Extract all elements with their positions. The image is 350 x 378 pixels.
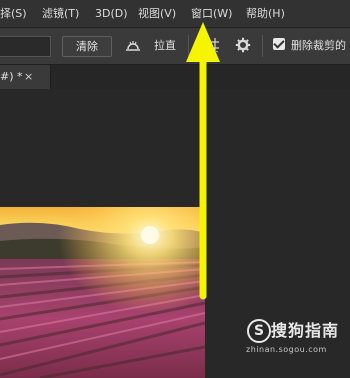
document-tab[interactable]: #) * ×	[0, 65, 51, 89]
separator	[188, 35, 189, 57]
ratio-input[interactable]	[0, 36, 51, 57]
menu-3d[interactable]: 3D(D)	[95, 0, 128, 27]
document-tab-label: #) *	[0, 70, 23, 83]
straighten-label[interactable]: 拉直	[154, 36, 176, 55]
separator	[262, 35, 263, 57]
menu-window[interactable]: 窗口(W)	[191, 0, 232, 27]
delete-cropped-checkbox[interactable]	[273, 38, 285, 50]
menu-view[interactable]: 视图(V)	[138, 0, 176, 27]
grid-overlay-icon[interactable]	[204, 37, 220, 53]
menu-bar: 择(S) 滤镜(T) 3D(D) 视图(V) 窗口(W) 帮助(H)	[0, 0, 350, 28]
watermark-url: zhinan.sogou.com	[246, 345, 327, 354]
gear-icon[interactable]	[235, 37, 251, 53]
tab-bar: #) * ×	[0, 65, 350, 89]
straighten-icon[interactable]	[124, 38, 142, 52]
menu-filter[interactable]: 滤镜(T)	[42, 0, 79, 27]
watermark-name: 搜狗指南	[271, 321, 340, 340]
menu-select[interactable]: 择(S)	[0, 0, 27, 27]
canvas-photo	[0, 207, 205, 378]
delete-cropped-label[interactable]: 删除裁剪的	[291, 36, 346, 55]
sogou-logo-icon: S	[247, 319, 271, 343]
clear-button[interactable]: 清除	[62, 36, 112, 57]
close-icon[interactable]: ×	[24, 65, 33, 89]
menu-help[interactable]: 帮助(H)	[246, 0, 285, 27]
options-bar: 清除 拉直 删除裁剪的	[0, 28, 350, 65]
